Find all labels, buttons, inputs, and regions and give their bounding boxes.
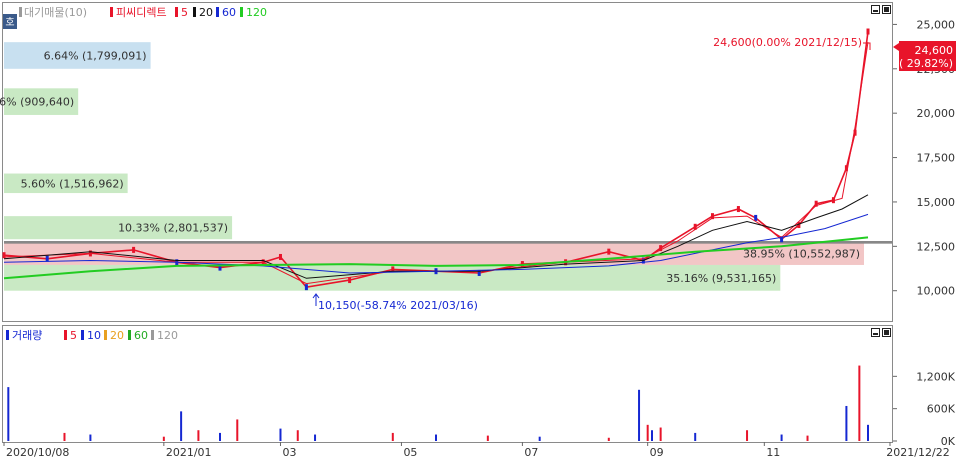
- legend-swatch-ma20: [193, 7, 196, 17]
- volume-minimize-button[interactable]: [871, 328, 880, 337]
- volume-bar: [279, 428, 282, 441]
- legend-vma60[interactable]: 60: [134, 329, 148, 342]
- volume-profile-label: 3.36% (909,640): [0, 96, 74, 109]
- volume-bar: [197, 430, 200, 441]
- x-axis-label: 03: [282, 446, 296, 459]
- volume-minimize-icon: [873, 333, 878, 335]
- volume-bar: [314, 434, 317, 441]
- price-legend: 대기매물(10) 피씨디렉트 5 20 60 120: [19, 6, 267, 19]
- chart-root: 6.64% (1,799,091) 3.36% (909,640) 5.60% (1…: [0, 0, 957, 463]
- x-axis-label: 2021/01: [166, 446, 212, 459]
- price-y-tick-label: 12,500: [917, 240, 956, 253]
- volume-y-tick-label: 1,200K: [916, 370, 955, 383]
- legend-swatch-ma60: [216, 7, 219, 17]
- legend-stock[interactable]: 피씨디렉트: [116, 6, 167, 19]
- legend-swatch-vma20: [104, 330, 107, 340]
- max-price-annotation: 24,600(0.00% 2021/12/15): [713, 36, 862, 49]
- volume-bar: [858, 365, 861, 441]
- min-price-annotation: 10,150(-58.74% 2021/03/16): [318, 299, 478, 312]
- volume-bar: [296, 430, 299, 441]
- volume-bar: [486, 435, 489, 441]
- volume-bar: [89, 434, 92, 441]
- volume-bar: [63, 432, 66, 441]
- volume-bar: [538, 436, 541, 441]
- legend-vol-profile[interactable]: 대기매물(10): [24, 6, 87, 19]
- price-candle: [736, 206, 740, 213]
- x-axis-label: 07: [524, 446, 538, 459]
- x-axis-label: 09: [650, 446, 664, 459]
- legend-swatch-ma5: [175, 7, 178, 17]
- volume-bar: [607, 437, 610, 441]
- legend-swatch-ma120: [240, 7, 243, 17]
- x-axis-label: 05: [403, 446, 417, 459]
- volume-bar: [638, 389, 641, 441]
- volume-bar: [845, 405, 848, 441]
- legend-volume[interactable]: 거래량: [12, 329, 42, 342]
- close-icon: [884, 7, 889, 12]
- legend-vma120[interactable]: 120: [157, 329, 178, 342]
- volume-bar: [7, 387, 10, 441]
- legend-ma60[interactable]: 60: [222, 6, 236, 19]
- price-candle: [607, 248, 611, 255]
- price-candle: [45, 255, 49, 262]
- legend-vma10[interactable]: 10: [87, 329, 101, 342]
- volume-profile-label: 38.95% (10,552,987): [743, 247, 860, 260]
- volume-close-icon: [884, 330, 889, 335]
- price-y-tick-label: 15,000: [917, 196, 956, 209]
- volume-bar: [219, 432, 221, 441]
- price-y-tick-label: 20,000: [917, 107, 956, 120]
- legend-swatch-volume: [6, 330, 9, 340]
- volume-bar: [659, 427, 662, 441]
- volume-bar: [391, 432, 394, 441]
- volume-bar: [806, 435, 809, 441]
- price-candle: [132, 246, 136, 253]
- legend-swatch-stock: [110, 7, 113, 17]
- legend-ma120[interactable]: 120: [246, 6, 267, 19]
- legend-ma20[interactable]: 20: [199, 6, 213, 19]
- volume-bar: [162, 436, 165, 441]
- minimize-icon: [873, 10, 878, 12]
- volume-panel-frame: [2, 325, 893, 443]
- volume-bar: [435, 434, 437, 441]
- x-axis-label: 2021/12/22: [886, 446, 949, 459]
- legend-swatch-vma120: [151, 330, 154, 340]
- price-y-tick-label: 25,000: [917, 18, 956, 31]
- volume-y-tick-label: 600K: [927, 403, 956, 416]
- minimize-button[interactable]: [871, 5, 880, 14]
- current-change-label: ( 29.82%): [899, 57, 953, 70]
- current-price-label: 24,600: [915, 44, 954, 57]
- volume-bar: [651, 430, 653, 441]
- volume-bar: [646, 424, 649, 441]
- legend-swatch-vma10: [81, 330, 84, 340]
- legend-vma20[interactable]: 20: [110, 329, 124, 342]
- volume-profile-label: 6.64% (1,799,091): [44, 49, 147, 62]
- price-candle: [754, 214, 758, 221]
- volume-bar: [746, 430, 749, 441]
- volume-bar: [867, 424, 869, 441]
- side-tab-label: 호: [5, 17, 14, 29]
- price-candle: [278, 253, 282, 260]
- legend-swatch-vol-profile: [19, 7, 22, 17]
- current-price-pointer-icon: [893, 43, 899, 51]
- volume-profile-label: 5.60% (1,516,962): [21, 177, 124, 190]
- volume-bar: [180, 411, 183, 441]
- volume-bar: [236, 419, 239, 441]
- volume-profile-label: 35.16% (9,531,165): [666, 272, 776, 285]
- legend-swatch-vma60: [128, 330, 131, 340]
- price-y-tick-label: 17,500: [917, 152, 956, 165]
- legend-vma5[interactable]: 5: [70, 329, 77, 342]
- volume-profile-label: 10.33% (2,801,537): [118, 222, 228, 235]
- stock-chart-svg: 6.64% (1,799,091) 3.36% (909,640) 5.60% (1…: [0, 2, 956, 459]
- legend-swatch-vma5: [64, 330, 67, 340]
- legend-ma5[interactable]: 5: [181, 6, 188, 19]
- price-candle: [304, 284, 308, 291]
- x-axis-label: 11: [766, 446, 780, 459]
- price-y-tick-label: 10,000: [917, 285, 956, 298]
- price-candle: [866, 28, 870, 35]
- volume-bar: [780, 434, 783, 441]
- x-axis-label: 2020/10/08: [6, 446, 69, 459]
- volume-bar: [694, 432, 697, 441]
